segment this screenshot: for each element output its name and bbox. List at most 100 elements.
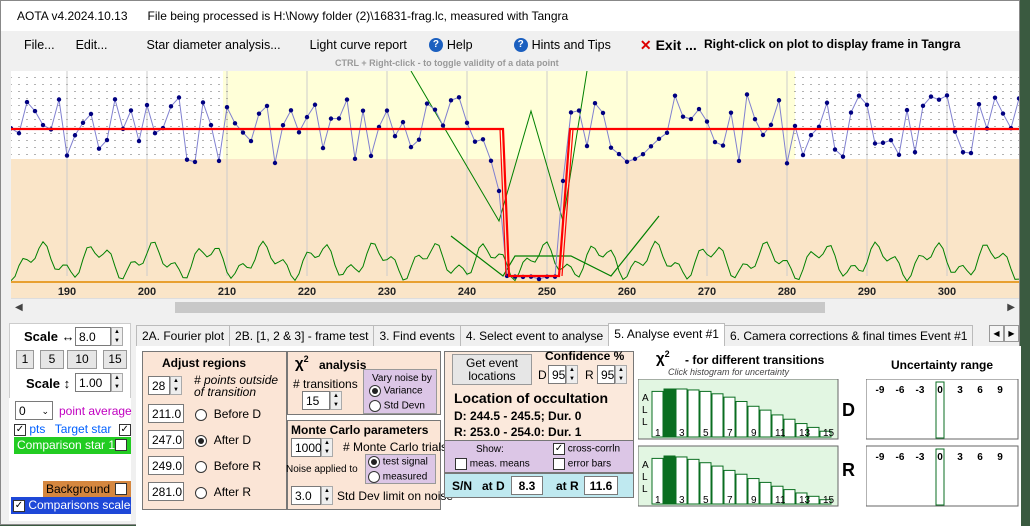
data-point <box>200 100 206 105</box>
vary-variance-option[interactable]: Variance <box>369 385 423 397</box>
step-10-button[interactable]: 10 <box>67 350 97 369</box>
cross-corrln-checkbox[interactable]: ✓ <box>553 443 565 455</box>
scroll-left-icon[interactable]: ◀ <box>15 302 23 313</box>
std-limit-input[interactable]: 3.0 <box>291 486 321 505</box>
plot-dot-grid <box>178 147 180 148</box>
pts-checkbox[interactable]: ✓ <box>14 423 26 436</box>
plot-dot-grid <box>874 91 876 92</box>
adjust-value-input[interactable]: 281.0 <box>148 482 184 501</box>
step-1-button[interactable]: 1 <box>16 350 34 369</box>
adjust-value-input[interactable]: 211.0 <box>148 404 184 423</box>
tab-find-events[interactable]: 3. Find events <box>373 325 461 346</box>
meas-means-option[interactable]: meas. means <box>455 458 530 470</box>
cross-corrln-label: cross-corrln <box>567 443 621 455</box>
chi-histogram[interactable]: ALL1 3 5 7 9 11 13 15ALL1 3 5 7 9 11 13 15 <box>638 379 874 509</box>
uncertainty-label: -3 <box>916 385 925 396</box>
test-signal-option[interactable]: test signal <box>368 456 428 468</box>
background-row[interactable]: Background <box>43 481 131 497</box>
mc-trials-spinner[interactable]: ▲ ▼ <box>321 438 333 457</box>
scroll-right-icon[interactable]: ▶ <box>1007 302 1015 313</box>
adjust-radio[interactable] <box>195 486 208 499</box>
menu-light-curve-report[interactable]: Light curve report <box>292 38 418 52</box>
target-star-checkbox[interactable]: ✓ <box>118 423 131 436</box>
data-point <box>144 102 150 108</box>
scroll-thumb[interactable] <box>175 302 825 313</box>
adjust-value-input[interactable]: 249.0 <box>148 456 184 475</box>
points-outside-input[interactable]: 28 <box>148 376 170 395</box>
points-outside-spinner[interactable]: ▲ ▼ <box>170 376 182 395</box>
plot-dot-grid <box>66 77 68 78</box>
error-bars-option[interactable]: error bars <box>553 458 611 470</box>
cross-corrln-option[interactable]: ✓ cross-corrln <box>553 443 620 455</box>
tab-frame-test[interactable]: 2B. [1, 2 & 3] - frame test <box>229 325 375 346</box>
test-signal-radio[interactable] <box>368 456 380 468</box>
uncertainty-chart[interactable]: -9 -6 -3 0 3 6 9 -9 -6 -3 0 3 6 9 <box>866 379 1021 509</box>
meas-means-checkbox[interactable] <box>455 458 467 470</box>
plot-dot-grid <box>170 133 172 134</box>
plot-dot-grid <box>810 119 812 120</box>
tab-select-event[interactable]: 4. Select event to analyse <box>459 325 610 346</box>
target-star-row[interactable]: ✓ pts Target star ✓ <box>14 422 131 436</box>
menu-exit[interactable]: ✕ Exit ... <box>622 37 708 54</box>
menu-edit[interactable]: Edit... <box>66 38 136 52</box>
adjust-radio[interactable] <box>195 434 208 447</box>
plot-scrollbar[interactable]: ◀ ▶ <box>11 298 1019 316</box>
adjust-radio[interactable] <box>195 408 208 421</box>
menu-file[interactable]: File... <box>1 38 66 52</box>
scale-h-spinner[interactable]: ▲ ▼ <box>111 327 123 346</box>
confidence-d-spinner[interactable]: ▲ ▼ <box>566 365 578 384</box>
plot-dot-grid <box>962 91 964 92</box>
background-checkbox[interactable] <box>115 483 127 495</box>
tab-scroll-left-icon[interactable]: ◀ <box>989 325 1004 342</box>
transitions-spinner[interactable]: ▲ ▼ <box>330 391 342 410</box>
plot-dot-grid <box>914 133 916 134</box>
measured-option[interactable]: measured <box>368 471 427 483</box>
plot-dot-grid <box>106 105 108 106</box>
plot-dot-grid <box>1018 105 1019 106</box>
menu-help[interactable]: ? Help <box>418 38 484 52</box>
confidence-r-input[interactable]: 95 <box>597 365 615 384</box>
plot-dot-grid <box>970 140 972 141</box>
plot-dot-grid <box>114 133 116 134</box>
std-limit-spinner[interactable]: ▲ ▼ <box>321 486 333 505</box>
plot-dot-grid <box>218 126 220 127</box>
variance-radio[interactable] <box>369 385 381 397</box>
plot-dot-grid <box>842 140 844 141</box>
confidence-d-input[interactable]: 95 <box>548 365 566 384</box>
tab-scroll-right-icon[interactable]: ▶ <box>1004 325 1019 342</box>
menu-hints[interactable]: ? Hints and Tips <box>484 38 622 52</box>
mc-trials-input[interactable]: 1000 <box>291 438 322 457</box>
adjust-value-input[interactable]: 247.0 <box>148 430 184 449</box>
comparisons-scaled-checkbox[interactable]: ✓ <box>13 499 25 512</box>
step-15-button[interactable]: 15 <box>103 350 127 369</box>
vary-stddev-option[interactable]: Std Devn <box>369 400 425 412</box>
plot-dot-grid <box>962 77 964 78</box>
menu-star-diameter[interactable]: Star diameter analysis... <box>136 38 292 52</box>
tab-analyse-event[interactable]: 5. Analyse event #1 <box>608 323 725 346</box>
tab-fourier-plot[interactable]: 2A. Fourier plot <box>136 325 231 346</box>
data-point <box>968 150 974 156</box>
comparison-star-1-row[interactable]: Comparison star 1 <box>14 437 131 454</box>
plot-dot-grid <box>938 84 940 85</box>
tab-camera-corrections[interactable]: 6. Camera corrections & final times Even… <box>723 325 974 346</box>
step-5-button[interactable]: 5 <box>40 350 64 369</box>
get-event-locations-button[interactable]: Get event locations <box>452 354 532 385</box>
plot-dot-grid <box>946 77 948 78</box>
scale-v-input[interactable]: 1.00 <box>75 373 111 392</box>
scale-v-spinner[interactable]: ▲ ▼ <box>111 373 123 392</box>
scale-h-input[interactable]: 8.0 <box>75 327 111 346</box>
point-average-select[interactable]: 0 ⌄ <box>15 401 53 420</box>
adjust-radio[interactable] <box>195 460 208 473</box>
comparison-star-1-checkbox[interactable] <box>115 439 127 451</box>
transitions-input[interactable]: 15 <box>302 391 330 410</box>
confidence-r-spinner[interactable]: ▲ ▼ <box>615 365 627 384</box>
error-bars-checkbox[interactable] <box>553 458 565 470</box>
plot-dot-grid <box>98 154 100 155</box>
plot-dot-grid <box>1018 147 1019 148</box>
stddev-radio[interactable] <box>369 400 381 412</box>
measured-radio[interactable] <box>368 471 380 483</box>
data-point <box>656 136 662 142</box>
plot-dot-grid <box>194 105 196 106</box>
comparisons-scaled-row[interactable]: ✓ Comparisons scaled <box>11 497 131 514</box>
light-curve-plot[interactable]: 190 200 210 220 230 240 250 260 270 280 290 300 <box>11 71 1019 298</box>
